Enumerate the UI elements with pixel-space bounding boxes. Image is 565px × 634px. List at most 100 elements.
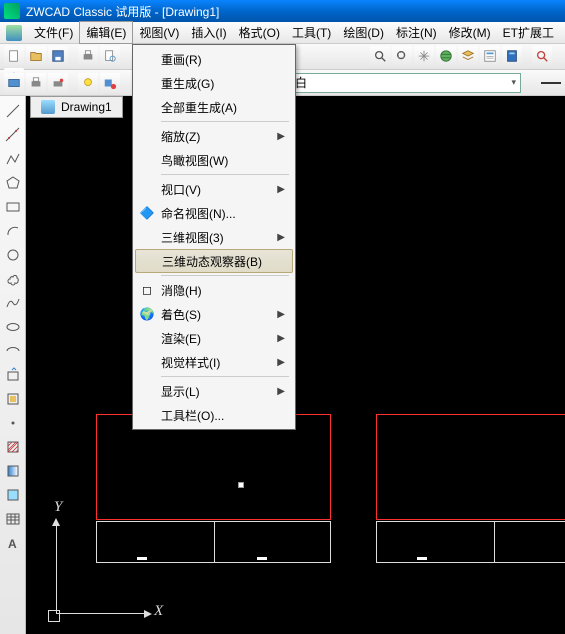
- table-tool-icon[interactable]: [4, 510, 22, 528]
- dropdown-arrow-icon: ▾: [511, 77, 516, 88]
- save-button[interactable]: [48, 46, 68, 66]
- xline-tool-icon[interactable]: [4, 126, 22, 144]
- menu-item-8[interactable]: 修改(M): [443, 22, 497, 43]
- menu-item-6[interactable]: 绘图(D): [337, 22, 390, 43]
- zoom-window-button[interactable]: [370, 46, 390, 66]
- layers-button[interactable]: [458, 46, 478, 66]
- submenu-arrow-icon: ▶: [277, 131, 285, 142]
- polygon-tool-icon[interactable]: [4, 174, 22, 192]
- menu-item[interactable]: 显示(L)▶: [135, 379, 293, 403]
- view-menu-dropdown: 重画(R) 重生成(G) 全部重生成(A) 缩放(Z) ▶ 鸟瞰视图(W) 视口(V)▶🔷命…: [132, 44, 296, 430]
- titlebar: ZWCAD Classic 试用版 - [Drawing1]: [0, 0, 565, 22]
- circle-tool-icon[interactable]: [4, 246, 22, 264]
- polyline-tool-icon[interactable]: [4, 150, 22, 168]
- globe-button[interactable]: [436, 46, 456, 66]
- revcloud-tool-icon[interactable]: [4, 270, 22, 288]
- dwg-file-icon: [41, 100, 55, 114]
- text-tool-icon[interactable]: A: [4, 534, 22, 552]
- x-axis-label: X: [154, 603, 163, 620]
- menu-item[interactable]: 🔷命名视图(N)...: [135, 201, 293, 225]
- menu-item-2[interactable]: 视图(V): [133, 22, 185, 43]
- lineweight-preview[interactable]: [541, 82, 561, 84]
- y-axis-label: Y: [54, 499, 62, 516]
- menu-item-icon: ◻: [139, 282, 155, 298]
- menu-item[interactable]: 三维视图(3)▶: [135, 225, 293, 249]
- menu-item-label: 全部重生成(A): [161, 99, 237, 116]
- arc-tool-icon[interactable]: [4, 222, 22, 240]
- rectangle-tool-icon[interactable]: [4, 198, 22, 216]
- grip-handle[interactable]: [238, 482, 244, 488]
- menu-item[interactable]: 重画(R): [135, 47, 293, 71]
- menu-item-label: 三维动态观察器(B): [162, 253, 262, 270]
- menu-item-label: 渲染(E): [161, 330, 201, 347]
- white-rect-right: [376, 521, 565, 563]
- submenu-arrow-icon: ▶: [277, 357, 285, 368]
- ellipse-tool-icon[interactable]: [4, 318, 22, 336]
- menu-item-3[interactable]: 插入(I): [185, 22, 232, 43]
- doc-menu-icon[interactable]: [6, 25, 22, 41]
- find-button[interactable]: [532, 46, 552, 66]
- point-tool-icon[interactable]: [4, 414, 22, 432]
- gradient-tool-icon[interactable]: [4, 462, 22, 480]
- menu-item[interactable]: 三维动态观察器(B): [135, 249, 293, 273]
- spline-tool-icon[interactable]: [4, 294, 22, 312]
- menu-item-icon: 🔷: [139, 205, 155, 221]
- svg-text:A: A: [8, 537, 17, 551]
- calculator-button[interactable]: [502, 46, 522, 66]
- layer-prev-button[interactable]: [4, 73, 24, 93]
- menu-separator: [161, 121, 289, 122]
- menu-item-1[interactable]: 编辑(E): [79, 21, 133, 44]
- window-title: ZWCAD Classic 试用版 - [Drawing1]: [26, 3, 219, 20]
- plot-style-button[interactable]: [48, 73, 68, 93]
- draw-toolbar: A: [0, 96, 26, 634]
- print-button-2[interactable]: [26, 73, 46, 93]
- menu-item[interactable]: 视口(V)▶: [135, 177, 293, 201]
- properties-button[interactable]: [480, 46, 500, 66]
- menu-item[interactable]: 缩放(Z) ▶: [135, 124, 293, 148]
- menu-item-label: 重生成(G): [161, 75, 214, 92]
- menu-item-7[interactable]: 标注(N): [390, 22, 443, 43]
- menubar: 文件(F)编辑(E)视图(V)插入(I)格式(O)工具(T)绘图(D)标注(N)…: [0, 22, 565, 44]
- block-insert-tool-icon[interactable]: [4, 366, 22, 384]
- menu-item-icon: 🌍: [139, 306, 155, 322]
- ellipse-arc-tool-icon[interactable]: [4, 342, 22, 360]
- menu-item[interactable]: 工具栏(O)...: [135, 403, 293, 427]
- menu-item-label: 消隐(H): [161, 282, 202, 299]
- menu-item[interactable]: ◻ 消隐(H): [135, 278, 293, 302]
- menu-item-label: 重画(R): [161, 51, 202, 68]
- menu-item[interactable]: 重生成(G): [135, 71, 293, 95]
- line-tool-icon[interactable]: [4, 102, 22, 120]
- menu-item-0[interactable]: 文件(F): [28, 22, 79, 43]
- menu-item[interactable]: 渲染(E)▶: [135, 326, 293, 350]
- red-rect-right: [376, 414, 565, 520]
- open-button[interactable]: [26, 46, 46, 66]
- menu-item[interactable]: 视觉样式(I)▶: [135, 350, 293, 374]
- menu-item-label: 缩放(Z): [161, 128, 200, 145]
- submenu-arrow-icon: ▶: [277, 232, 285, 243]
- pan-button[interactable]: [414, 46, 434, 66]
- menu-item[interactable]: 🌍着色(S)▶: [135, 302, 293, 326]
- zoom-extents-button[interactable]: [392, 46, 412, 66]
- menu-item-label: 着色(S): [161, 306, 201, 323]
- menu-separator: [161, 174, 289, 175]
- hatch-tool-icon[interactable]: [4, 438, 22, 456]
- menu-item[interactable]: 鸟瞰视图(W): [135, 148, 293, 172]
- new-file-button[interactable]: [4, 46, 24, 66]
- layer-lock-button[interactable]: [100, 73, 120, 93]
- print-button[interactable]: [78, 46, 98, 66]
- submenu-arrow-icon: ▶: [277, 184, 285, 195]
- menu-item-9[interactable]: ET扩展工: [497, 22, 560, 43]
- menu-item[interactable]: 全部重生成(A): [135, 95, 293, 119]
- submenu-arrow-icon: ▶: [277, 386, 285, 397]
- document-tab[interactable]: Drawing1: [30, 96, 123, 118]
- layer-color-selector[interactable]: 口白 ▾: [262, 73, 521, 93]
- document-tab-label: Drawing1: [61, 100, 112, 114]
- lightbulb-layer-button[interactable]: [78, 73, 98, 93]
- menu-separator: [161, 275, 289, 276]
- print-preview-button[interactable]: [100, 46, 120, 66]
- white-rect-left: [96, 521, 331, 563]
- menu-item-4[interactable]: 格式(O): [233, 22, 286, 43]
- menu-item-5[interactable]: 工具(T): [286, 22, 337, 43]
- block-make-tool-icon[interactable]: [4, 390, 22, 408]
- region-tool-icon[interactable]: [4, 486, 22, 504]
